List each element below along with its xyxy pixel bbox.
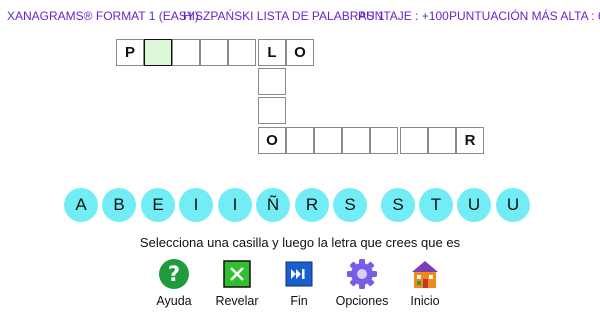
letter-tile[interactable]: S [333,188,367,222]
help-label: Ayuda [156,294,192,308]
end-label: Fin [290,294,308,308]
board-cell[interactable] [200,39,228,66]
home-label: Inicio [410,294,440,308]
board-cell[interactable]: P [116,39,144,66]
board-cell[interactable]: R [456,127,484,154]
options-label: Opciones [335,294,389,308]
svg-text:?: ? [168,262,180,286]
board-cell[interactable] [370,127,398,154]
home-button[interactable]: Inicio [390,258,460,308]
crossword-board: P L O O R [0,0,600,170]
board-cell[interactable] [428,127,456,154]
end-button[interactable]: Fin [264,258,334,308]
board-cell[interactable]: O [286,39,314,66]
letter-tile[interactable]: I [218,188,252,222]
letter-tiles: A B E I I Ñ R S S T U U [0,188,600,224]
board-cell[interactable]: O [258,127,286,154]
reveal-button[interactable]: Revelar [202,258,272,308]
letter-tile[interactable]: U [496,188,530,222]
help-icon: ? [158,258,190,290]
board-cell[interactable]: L [258,39,286,66]
board-cell[interactable] [172,39,200,66]
board-cell[interactable] [228,39,256,66]
fast-forward-end-icon [283,258,315,290]
letter-tile[interactable]: Ñ [256,188,290,222]
letter-tile[interactable]: E [141,188,175,222]
letter-tile[interactable]: B [102,188,136,222]
reveal-label: Revelar [215,294,259,308]
options-button[interactable]: Opciones [327,258,397,308]
board-cell[interactable] [400,127,428,154]
board-cell-selected[interactable] [144,39,172,66]
letter-tile[interactable]: I [179,188,213,222]
instruction-text: Selecciona una casilla y luego la letra … [139,235,461,250]
gear-icon [346,258,378,290]
letter-tile[interactable]: R [295,188,329,222]
board-cell[interactable] [342,127,370,154]
board-cell[interactable] [286,127,314,154]
board-cell[interactable] [258,68,286,95]
home-icon [409,258,441,290]
board-cell[interactable] [314,127,342,154]
help-button[interactable]: ? Ayuda [139,258,209,308]
reveal-icon [221,258,253,290]
letter-tile[interactable]: S [381,188,415,222]
letter-tile[interactable]: A [64,188,98,222]
letter-tile[interactable]: T [419,188,453,222]
letter-tile[interactable]: U [457,188,491,222]
board-cell[interactable] [258,97,286,124]
